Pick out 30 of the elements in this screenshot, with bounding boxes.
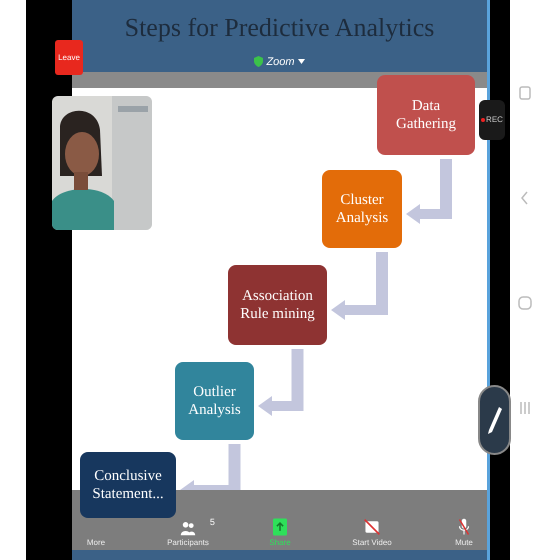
record-dot-icon xyxy=(481,118,486,122)
step-box: Conclusive Statement... xyxy=(80,452,176,518)
arrow-connector xyxy=(331,252,390,320)
recording-label: REC xyxy=(486,114,503,126)
arrow-connector xyxy=(258,349,306,416)
step-box: Data Gathering xyxy=(377,75,475,155)
pencil-icon xyxy=(486,405,502,435)
mic-off-icon xyxy=(458,518,470,536)
toolbar-button[interactable]: Start Video xyxy=(350,518,394,547)
step-box: Outlier Analysis xyxy=(175,362,254,440)
toolbar-button[interactable]: Mute xyxy=(453,518,475,547)
step-box: Cluster Analysis xyxy=(322,170,402,248)
home-icon[interactable] xyxy=(518,296,532,310)
app-name[interactable]: Zoom xyxy=(266,54,295,70)
slide-title: Steps for Predictive Analytics xyxy=(124,12,434,44)
participant-count: 5 xyxy=(210,518,215,527)
caret-icon[interactable] xyxy=(298,59,305,64)
toolbar-button[interactable]: Share xyxy=(267,518,293,547)
step-box: Association Rule mining xyxy=(228,265,327,345)
back-icon[interactable] xyxy=(520,190,530,204)
toolbar-button[interactable]: More xyxy=(84,538,108,547)
leave-button[interactable]: Leave xyxy=(55,40,83,75)
arrow-connector xyxy=(406,159,454,224)
people-icon xyxy=(180,520,196,536)
share-icon xyxy=(272,518,287,536)
video-off-icon xyxy=(363,518,381,536)
annotate-button[interactable] xyxy=(478,385,511,455)
overview-icon[interactable] xyxy=(518,86,530,100)
recent-apps-icon[interactable] xyxy=(518,400,530,414)
shield-icon xyxy=(254,56,264,68)
